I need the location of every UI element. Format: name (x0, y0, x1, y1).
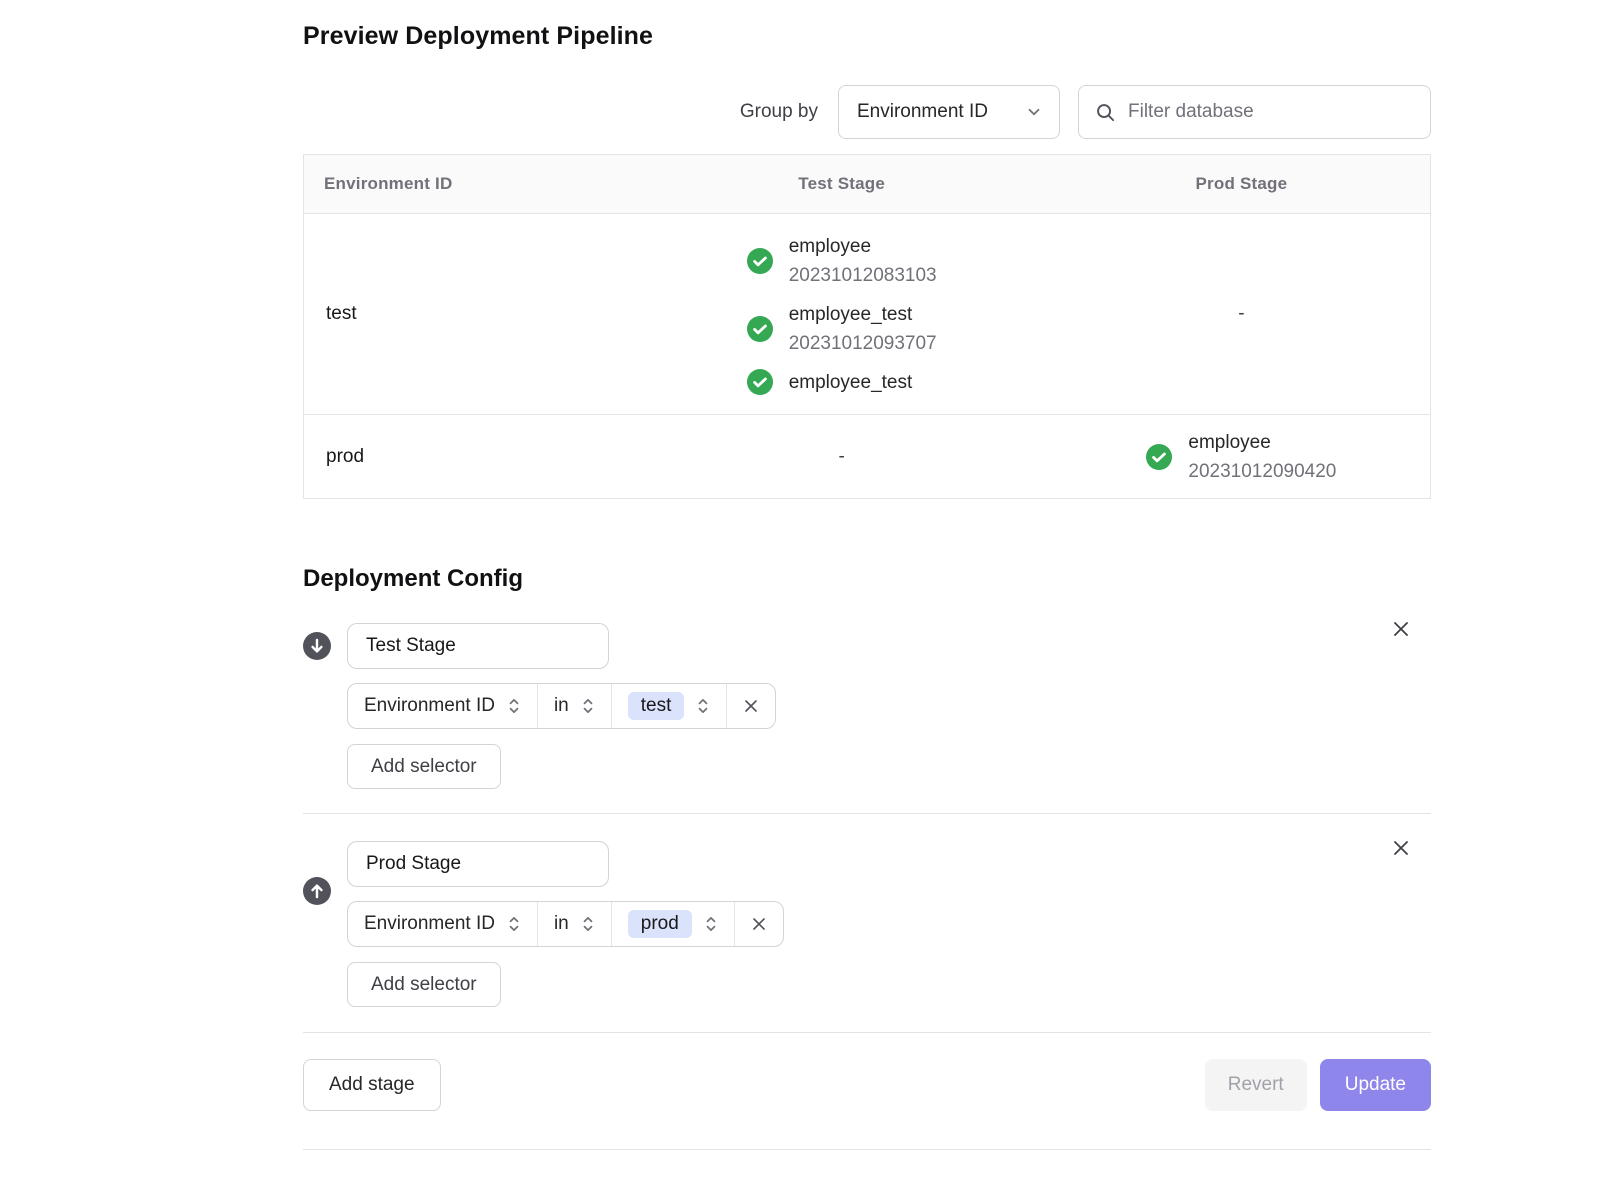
revert-button[interactable]: Revert (1205, 1059, 1307, 1111)
database-timestamp: 20231012090420 (1188, 457, 1336, 486)
deployment-config-title: Deployment Config (303, 565, 1431, 593)
stage-config-test: Environment ID in test (303, 623, 1431, 813)
stage-name-input[interactable] (347, 623, 609, 669)
column-header-environment: Environment ID (304, 174, 631, 194)
pipeline-table: Environment ID Test Stage Prod Stage tes… (303, 154, 1431, 499)
database-list: employee 20231012090420 (1146, 428, 1336, 486)
up-down-chevrons-icon (581, 914, 595, 934)
stage-main: Environment ID in prod (347, 841, 1431, 1007)
selector-operator-dropdown[interactable]: in (537, 684, 611, 728)
database-label: employee_test 20231012093707 (789, 300, 937, 358)
stage-name-input[interactable] (347, 841, 609, 887)
check-circle-icon (1146, 444, 1172, 470)
up-down-chevrons-icon (507, 914, 521, 934)
selector-operator-dropdown[interactable]: in (537, 902, 611, 946)
close-icon (1389, 836, 1413, 860)
database-name: employee (1188, 428, 1336, 457)
selector-key-dropdown[interactable]: Environment ID (348, 684, 537, 728)
chevron-down-icon (1025, 103, 1043, 121)
arrow-up-circle-icon (303, 877, 331, 905)
add-selector-button[interactable]: Add selector (347, 744, 501, 789)
column-header-test-stage: Test Stage (631, 174, 1053, 194)
selector-row: Environment ID in test (347, 683, 776, 729)
page-title: Preview Deployment Pipeline (303, 22, 1431, 51)
search-icon (1095, 102, 1116, 123)
database-label: employee_test (789, 368, 913, 397)
database-timestamp: 20231012083103 (789, 261, 937, 290)
stage-config-prod: Environment ID in prod (303, 813, 1431, 1032)
group-by-selected-value: Environment ID (857, 101, 988, 123)
database-list: employee 20231012083103 employee_test 20… (747, 232, 937, 397)
selector-value-dropdown[interactable]: prod (611, 902, 734, 946)
database-item: employee_test 20231012093707 (747, 300, 937, 358)
up-down-chevrons-icon (704, 914, 718, 934)
selector-key-label: Environment ID (364, 695, 495, 717)
bottom-divider (303, 1149, 1431, 1150)
table-header: Environment ID Test Stage Prod Stage (304, 155, 1430, 214)
database-name: employee (789, 232, 937, 261)
database-name: employee_test (789, 300, 937, 329)
database-label: employee 20231012090420 (1188, 428, 1336, 486)
prod-stage-cell: employee 20231012090420 (1053, 428, 1430, 486)
selector-operator-label: in (554, 695, 569, 717)
footer-actions: Revert Update (1205, 1059, 1431, 1111)
add-selector-button[interactable]: Add selector (347, 962, 501, 1007)
check-circle-icon (747, 316, 773, 342)
database-item: employee 20231012083103 (747, 232, 937, 290)
filter-database-box (1078, 85, 1431, 139)
database-timestamp: 20231012093707 (789, 329, 937, 358)
update-button[interactable]: Update (1320, 1059, 1431, 1111)
column-header-prod-stage: Prod Stage (1053, 174, 1430, 194)
filter-database-input[interactable] (1128, 101, 1414, 123)
table-row: prod - employee 20231012090420 (304, 414, 1430, 498)
close-icon (749, 914, 769, 934)
remove-stage-button[interactable] (1389, 617, 1413, 641)
main-content: Preview Deployment Pipeline Group by Env… (303, 22, 1431, 1150)
up-down-chevrons-icon (696, 696, 710, 716)
check-circle-icon (747, 248, 773, 274)
database-name: employee_test (789, 368, 913, 397)
add-stage-button[interactable]: Add stage (303, 1059, 441, 1111)
database-item: employee_test (747, 368, 913, 397)
check-circle-icon (747, 369, 773, 395)
group-by-select[interactable]: Environment ID (838, 85, 1060, 139)
remove-stage-button[interactable] (1389, 836, 1413, 860)
selector-key-label: Environment ID (364, 913, 495, 935)
up-down-chevrons-icon (507, 696, 521, 716)
test-stage-cell: employee 20231012083103 employee_test 20… (631, 232, 1053, 397)
stage-main: Environment ID in test (347, 623, 1431, 789)
pipeline-toolbar: Group by Environment ID (303, 85, 1431, 139)
selector-row: Environment ID in prod (347, 901, 784, 947)
up-down-chevrons-icon (581, 696, 595, 716)
close-icon (741, 696, 761, 716)
environment-name: test (304, 303, 631, 325)
selector-value-dropdown[interactable]: test (611, 684, 727, 728)
environment-name: prod (304, 446, 631, 468)
selector-operator-label: in (554, 913, 569, 935)
empty-stage-indicator: - (1053, 303, 1430, 325)
config-footer: Add stage Revert Update (303, 1032, 1431, 1111)
empty-stage-indicator: - (631, 446, 1053, 468)
selector-value-badge: test (628, 692, 685, 720)
selector-key-dropdown[interactable]: Environment ID (348, 902, 537, 946)
table-row: test employee 20231012083103 (304, 214, 1430, 414)
arrow-down-circle-icon (303, 632, 331, 660)
group-by-label: Group by (740, 101, 818, 123)
database-item: employee 20231012090420 (1146, 428, 1336, 486)
remove-selector-button[interactable] (734, 902, 783, 946)
close-icon (1389, 617, 1413, 641)
selector-value-badge: prod (628, 910, 692, 938)
database-label: employee 20231012083103 (789, 232, 937, 290)
remove-selector-button[interactable] (726, 684, 775, 728)
